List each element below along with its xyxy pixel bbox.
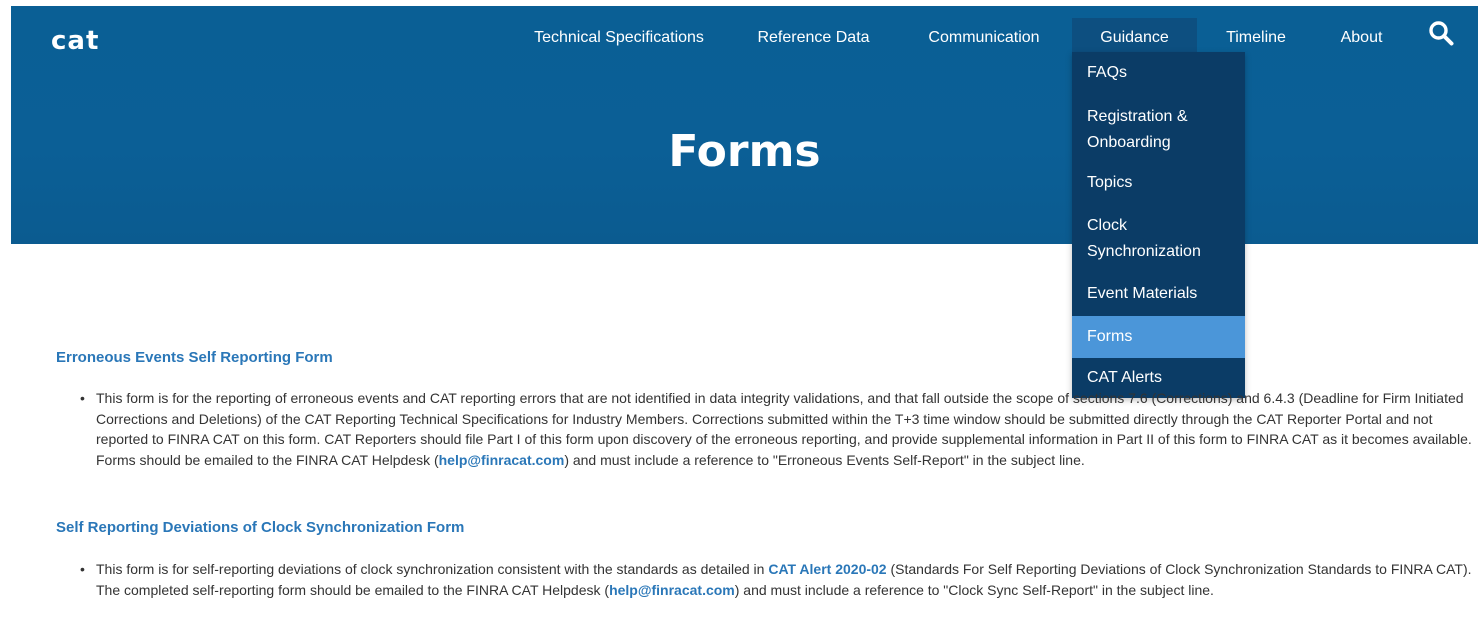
nav-technical-specifications[interactable]: Technical Specifications <box>509 18 729 58</box>
cat-alert-link[interactable]: CAT Alert 2020-02 <box>768 561 886 577</box>
guidance-dropdown-menu: FAQs Registration & Onboarding Topics Cl… <box>1072 52 1245 398</box>
dropdown-item-registration-onboarding[interactable]: Registration & Onboarding <box>1072 104 1232 156</box>
nav-about[interactable]: About <box>1324 18 1399 58</box>
dropdown-item-event-materials[interactable]: Event Materials <box>1072 281 1245 307</box>
dropdown-item-clock-synchronization[interactable]: Clock Synchronization <box>1072 213 1222 265</box>
cat-logo[interactable]: cat <box>51 26 99 56</box>
list-item: This form is for the reporting of errone… <box>80 388 1476 470</box>
bullet-text: ) and must include a reference to "Erron… <box>564 451 1085 468</box>
nav-reference-data[interactable]: Reference Data <box>741 18 886 58</box>
dropdown-item-topics[interactable]: Topics <box>1072 170 1245 196</box>
bullet-text: This form is for self-reporting deviatio… <box>96 561 769 577</box>
helpdesk-email-link[interactable]: help@finracat.com <box>439 452 565 468</box>
bullet-text: ) and must include a reference to "Clock… <box>734 581 1214 598</box>
dropdown-item-faqs[interactable]: FAQs <box>1072 60 1245 86</box>
list-item: This form is for self-reporting deviatio… <box>80 559 1476 600</box>
section-title-erroneous-events[interactable]: Erroneous Events Self Reporting Form <box>56 349 333 366</box>
page-title: Forms <box>668 126 821 177</box>
nav-communication[interactable]: Communication <box>909 18 1059 58</box>
helpdesk-email-link[interactable]: help@finracat.com <box>609 582 735 598</box>
hero-banner: cat Technical Specifications Reference D… <box>11 6 1478 244</box>
dropdown-item-forms[interactable]: Forms <box>1072 316 1245 358</box>
section-title-clock-sync[interactable]: Self Reporting Deviations of Clock Synch… <box>56 519 464 536</box>
search-icon[interactable] <box>1428 20 1454 46</box>
